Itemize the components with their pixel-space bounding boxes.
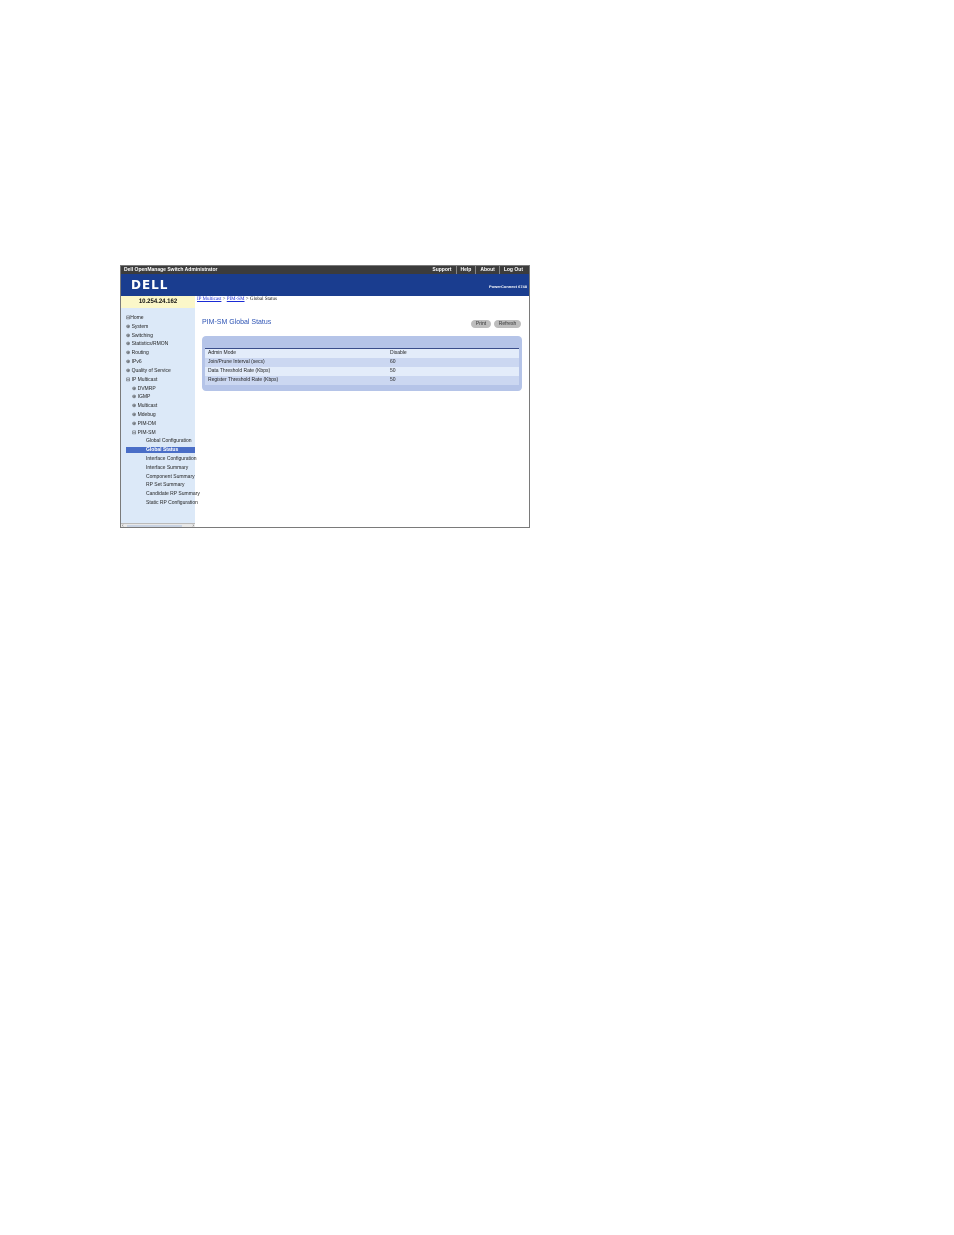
scroll-left-arrow-icon[interactable]: ‹: [122, 523, 124, 527]
sidebar-item-dvmrp[interactable]: ⊕ DVMRP: [132, 386, 156, 392]
model-name: PowerConnect 6748: [488, 284, 527, 289]
scrollbar-thumb[interactable]: [127, 525, 182, 527]
row-label: Register Threshold Rate (Kbps): [208, 377, 279, 383]
scroll-right-arrow-icon[interactable]: ›: [192, 523, 194, 527]
top-links: Support Help About Log Out: [428, 266, 527, 274]
sidebar-item-quality-of-service[interactable]: ⊕ Quality of Service: [126, 368, 171, 374]
logout-link[interactable]: Log Out: [498, 266, 527, 274]
sidebar-item-mdebug[interactable]: ⊕ Mdebug: [132, 412, 156, 418]
refresh-button[interactable]: Refresh: [494, 320, 521, 328]
row-label: Data Threshold Rate (Kbps): [208, 368, 271, 374]
expand-icon: ⊕: [132, 412, 137, 418]
table-row: Data Threshold Rate (Kbps) 50: [205, 367, 519, 376]
ip-address: 10.254.24.162: [121, 296, 195, 308]
breadcrumb-link-pim-sm[interactable]: PIM-SM: [227, 297, 245, 302]
expand-icon: ⊕: [132, 403, 137, 409]
expand-icon: ⊕: [126, 324, 131, 330]
sidebar-item-system[interactable]: ⊕ System: [126, 324, 148, 330]
sidebar-item-global-status[interactable]: Global Status: [126, 447, 195, 453]
row-value: 60: [390, 359, 396, 365]
breadcrumb-link-ip-multicast[interactable]: IP Multicast: [197, 297, 221, 302]
main-content: PIM-SM Global Status Print Refresh Admin…: [195, 308, 529, 527]
collapse-icon: ⊟: [132, 430, 137, 436]
sidebar-item-switching[interactable]: ⊕ Switching: [126, 333, 153, 339]
sidebar-item-pim-dm[interactable]: ⊕ PIM-DM: [132, 421, 156, 427]
breadcrumb-separator: >: [222, 297, 226, 302]
help-link[interactable]: Help: [455, 266, 476, 274]
collapse-icon: ⊟: [126, 377, 131, 383]
status-table: Admin Mode Disable Join/Prune Interval (…: [205, 348, 519, 385]
sidebar-item-rp-set-summary[interactable]: RP Set Summary: [146, 482, 185, 488]
breadcrumb: IP Multicast > PIM-SM > Global Status: [197, 297, 277, 302]
sidebar-item-interface-configuration[interactable]: Interface Configuration: [146, 456, 197, 462]
table-row: Admin Mode Disable: [205, 349, 519, 358]
expand-icon: ⊕: [126, 368, 131, 374]
sidebar-item-candidate-rp-summary[interactable]: Candidate RP Summary: [146, 491, 200, 497]
sidebar-item-ipv6[interactable]: ⊕ IPv6: [126, 359, 142, 365]
expand-icon: ⊕: [132, 421, 137, 427]
sidebar-item-pim-sm[interactable]: ⊟ PIM-SM: [132, 430, 156, 436]
sidebar-item-interface-summary[interactable]: Interface Summary: [146, 465, 188, 471]
status-panel: Admin Mode Disable Join/Prune Interval (…: [202, 336, 522, 391]
sidebar-item-multicast[interactable]: ⊕ Multicast: [132, 403, 157, 409]
expand-icon: ⊕: [132, 386, 137, 392]
table-row: Join/Prune Interval (secs) 60: [205, 358, 519, 367]
print-button[interactable]: Print: [471, 320, 491, 328]
dell-logo: DELL: [131, 278, 169, 292]
sidebar-item-component-summary[interactable]: Component Summary: [146, 474, 195, 480]
top-bar: Dell OpenManage Switch Administrator Sup…: [121, 266, 529, 274]
sidebar: ⊟Home ⊕ System ⊕ Switching ⊕ Statistics/…: [121, 308, 200, 527]
header-banner: DELL PowerConnect 6748: [121, 274, 529, 296]
page-title: PIM-SM Global Status: [202, 319, 272, 326]
support-link[interactable]: Support: [428, 266, 455, 274]
row-value: 50: [390, 377, 396, 383]
about-link[interactable]: About: [475, 266, 498, 274]
app-title: Dell OpenManage Switch Administrator: [124, 267, 218, 273]
expand-icon: ⊕: [126, 333, 131, 339]
app-window: Dell OpenManage Switch Administrator Sup…: [120, 265, 530, 528]
sidebar-item-ip-multicast[interactable]: ⊟ IP Multicast: [126, 377, 157, 383]
breadcrumb-current: Global Status: [249, 297, 277, 302]
sidebar-item-global-configuration[interactable]: Global Configuration: [146, 438, 192, 444]
expand-icon: ⊕: [126, 350, 131, 356]
sidebar-item-routing[interactable]: ⊕ Routing: [126, 350, 149, 356]
expand-icon: ⊕: [126, 359, 131, 365]
breadcrumb-separator: >: [245, 297, 249, 302]
sidebar-item-static-rp-configuration[interactable]: Static RP Configuration: [146, 500, 198, 506]
expand-icon: ⊕: [132, 394, 137, 400]
row-value: 50: [390, 368, 396, 374]
row-label: Join/Prune Interval (secs): [208, 359, 265, 365]
table-row: Register Threshold Rate (Kbps) 50: [205, 376, 519, 385]
expand-icon: ⊕: [126, 341, 131, 347]
sidebar-item-igmp[interactable]: ⊕ IGMP: [132, 394, 150, 400]
sidebar-horizontal-scrollbar[interactable]: ‹ ›: [121, 523, 195, 527]
sidebar-item-home[interactable]: ⊟Home: [126, 315, 144, 321]
row-label: Admin Mode: [208, 350, 237, 356]
row-value: Disable: [390, 350, 407, 356]
sidebar-item-statistics-rmon[interactable]: ⊕ Statistics/RMON: [126, 341, 168, 347]
